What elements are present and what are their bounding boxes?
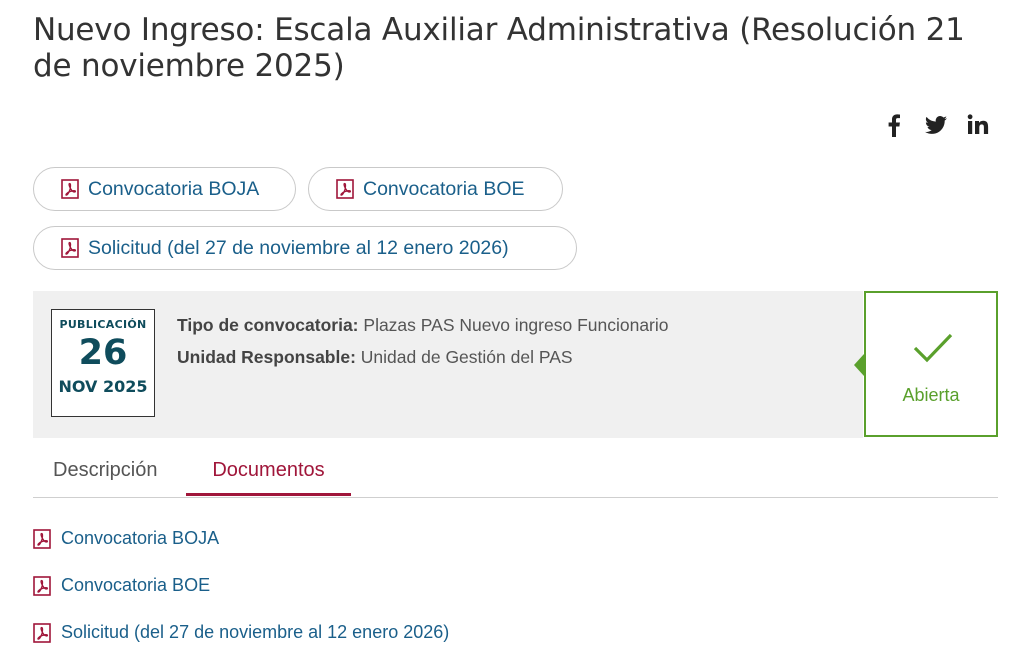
document-label: Convocatoria BOE: [61, 575, 211, 595]
page-title: Nuevo Ingreso: Escala Auxiliar Administr…: [33, 12, 965, 84]
tab-descripcion[interactable]: Descripción: [53, 448, 157, 496]
publication-date: PUBLICACIÓN 26 NOV 2025: [51, 309, 155, 417]
unidad-label: Unidad Responsable:: [177, 347, 356, 367]
unidad-value: Unidad de Gestión del PAS: [360, 347, 573, 367]
unidad-responsable: Unidad Responsable: Unidad de Gestión de…: [177, 347, 573, 368]
solicitud-button[interactable]: Solicitud (del 27 de noviembre al 12 ene…: [33, 226, 577, 270]
button-label: Solicitud (del 27 de noviembre al 12 ene…: [88, 236, 509, 259]
status-label: Abierta: [902, 385, 960, 405]
pdf-icon: [33, 528, 51, 549]
document-link[interactable]: Solicitud (del 27 de noviembre al 12 ene…: [33, 622, 449, 643]
date-day: 26: [78, 333, 128, 373]
twitter-icon[interactable]: [923, 112, 949, 138]
pdf-icon: [61, 179, 79, 199]
tipo-value: Plazas PAS Nuevo ingreso Funcionario: [363, 315, 669, 335]
document-link[interactable]: Convocatoria BOE: [33, 575, 210, 596]
social-share: [881, 112, 991, 138]
document-link[interactable]: Convocatoria BOJA: [33, 528, 219, 549]
facebook-icon[interactable]: [881, 112, 907, 138]
tipo-label: Tipo de convocatoria:: [177, 315, 359, 335]
pdf-icon: [336, 179, 354, 199]
date-month-year: NOV 2025: [58, 377, 148, 396]
convocatoria-boja-button[interactable]: Convocatoria BOJA: [33, 167, 296, 211]
pdf-icon: [33, 575, 51, 596]
pdf-icon: [61, 238, 79, 258]
tipo-convocatoria: Tipo de convocatoria: Plazas PAS Nuevo i…: [177, 315, 669, 336]
document-label: Solicitud (del 27 de noviembre al 12 ene…: [61, 622, 450, 642]
button-label: Convocatoria BOE: [363, 177, 525, 200]
linkedin-icon[interactable]: [965, 112, 991, 138]
document-label: Convocatoria BOJA: [61, 528, 220, 548]
status-card: Abierta: [854, 291, 998, 437]
status-arrow: [854, 354, 864, 376]
tab-bar: Descripción Documentos: [33, 448, 998, 498]
pdf-icon: [33, 622, 51, 643]
info-panel: PUBLICACIÓN 26 NOV 2025 Tipo de convocat…: [33, 291, 863, 438]
date-label: PUBLICACIÓN: [59, 318, 147, 331]
convocatoria-boe-button[interactable]: Convocatoria BOE: [308, 167, 563, 211]
tab-documentos[interactable]: Documentos: [186, 448, 351, 496]
check-icon: [913, 333, 953, 363]
button-label: Convocatoria BOJA: [88, 177, 260, 200]
